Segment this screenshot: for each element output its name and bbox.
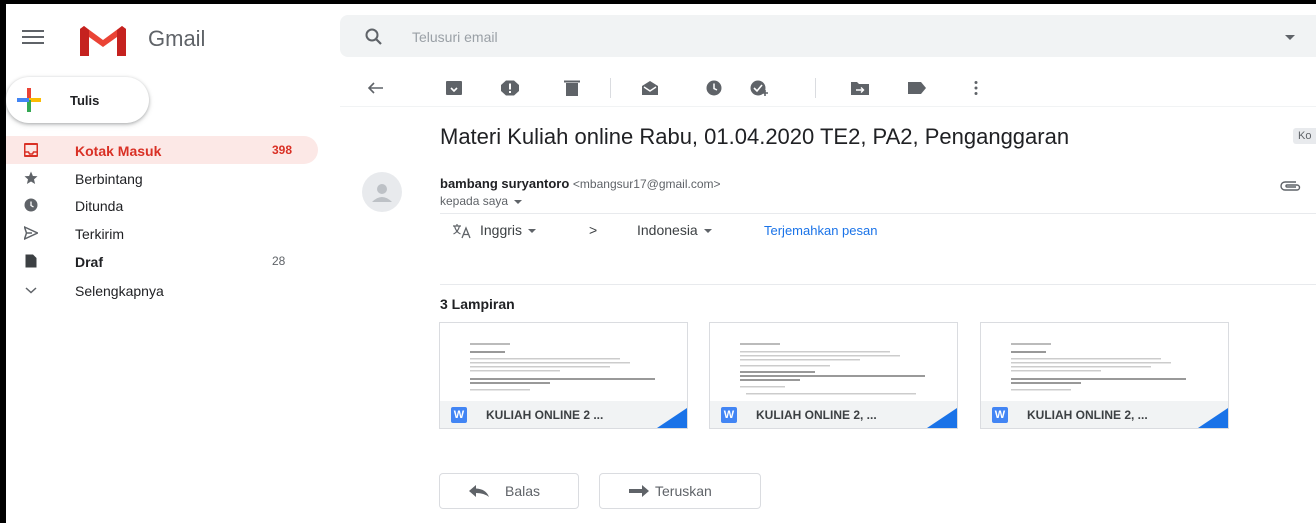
body-divider [440,284,1316,285]
compose-button[interactable]: Tulis [6,77,149,123]
chevron-down-icon [25,287,37,294]
reply-icon [469,485,489,497]
delete-icon[interactable] [562,80,582,96]
attachment-name: KULIAH ONLINE 2, ... [756,408,877,422]
send-icon [24,226,38,240]
forward-icon [629,485,649,497]
gmail-logo-icon[interactable] [78,24,128,58]
translate-arrow: > [589,222,598,238]
attachment-name: KULIAH ONLINE 2, ... [1027,408,1148,422]
compose-plus-icon [17,88,41,112]
sidebar-item-starred[interactable]: Berbintang [6,164,318,192]
sidebar-item-label: Terkirim [75,226,124,242]
attachment-footer: W KULIAH ONLINE 2, ... [710,401,957,428]
move-to-icon[interactable] [850,80,870,96]
compose-label: Tulis [70,93,100,108]
draft-icon [25,254,37,268]
attachment-footer: W KULIAH ONLINE 2, ... [981,401,1228,428]
label-icon[interactable] [907,80,927,96]
person-icon [372,184,392,202]
search-input[interactable] [410,25,1114,49]
report-spam-icon[interactable] [500,80,520,96]
inbox-icon [24,143,38,157]
sidebar-item-inbox[interactable]: Kotak Masuk 398 [6,136,318,164]
search-icon[interactable] [365,28,383,46]
toolbar-divider [815,78,816,98]
search-bar[interactable] [340,15,1316,57]
reply-button[interactable]: Balas [439,473,579,509]
target-language-select[interactable]: Indonesia [637,222,712,238]
document-preview-thumbnail [470,343,655,391]
attachments-title: 3 Lampiran [440,296,515,312]
reply-label: Balas [505,483,541,499]
mark-unread-icon[interactable] [640,80,660,96]
recipient-label: kepada saya [440,194,509,208]
sidebar-item-drafts[interactable]: Draf 28 [6,247,318,275]
sidebar-item-more[interactable]: Selengkapnya [6,276,318,304]
sidebar-item-label: Berbintang [75,171,143,187]
archive-icon[interactable] [444,80,464,96]
snooze-icon[interactable] [704,80,724,96]
translate-message-link[interactable]: Terjemahkan pesan [764,223,877,238]
attachment-corner-fold [1198,408,1228,428]
source-language-label: Inggris [480,222,523,238]
header-divider [440,213,1316,214]
word-document-icon: W [721,407,737,423]
sidebar-item-label: Draf [75,254,104,270]
chevron-down-icon [514,199,523,204]
sender-email: <mbangsur17@gmail.com> [572,177,721,191]
target-language-label: Indonesia [637,222,698,238]
sidebar-item-label: Ditunda [75,198,124,214]
document-preview-thumbnail [1011,343,1186,391]
attachment-card[interactable]: W KULIAH ONLINE 2, ... [709,322,958,429]
message-subject: Materi Kuliah online Rabu, 01.04.2020 TE… [440,124,1070,149]
sidebar-item-snoozed[interactable]: Ditunda [6,191,318,219]
back-arrow-icon[interactable] [366,80,386,96]
sidebar-item-sent[interactable]: Terkirim [6,219,318,247]
sender-name[interactable]: bambang suryantoro [440,176,569,191]
app-brand-name: Gmail [148,26,206,51]
inbox-count-badge: 398 [272,143,293,157]
toolbar-divider [610,78,611,98]
main-menu-icon[interactable] [22,27,46,47]
translate-icon [453,224,471,239]
forward-button[interactable]: Teruskan [599,473,761,509]
star-icon [24,171,38,184]
toolbar-bottom-divider [340,106,1316,107]
attachment-corner-fold [927,408,957,428]
sender-line: bambang suryantoro <mbangsur17@gmail.com… [440,176,721,191]
chevron-down-icon [703,229,712,234]
attachment-corner-fold [657,408,687,428]
add-to-tasks-icon[interactable] [750,80,770,96]
attachment-footer: W KULIAH ONLINE 2 ... [440,401,687,428]
word-document-icon: W [992,407,1008,423]
attachment-icon [1280,181,1301,191]
word-document-icon: W [451,407,467,423]
clock-icon [24,198,38,212]
sender-avatar [362,172,402,212]
drafts-count-badge: 28 [272,254,286,268]
sidebar-item-label: Selengkapnya [75,283,164,299]
attachment-name: KULIAH ONLINE 2 ... [486,408,604,422]
attachment-card[interactable]: W KULIAH ONLINE 2, ... [980,322,1229,429]
recipient-details-toggle[interactable]: kepada saya [440,194,523,208]
more-vert-icon[interactable] [966,80,986,96]
attachment-card[interactable]: W KULIAH ONLINE 2 ... [439,322,688,429]
label-chip[interactable]: Ko [1293,128,1316,144]
document-preview-thumbnail [740,343,925,395]
forward-label: Teruskan [655,483,712,499]
search-options-caret-icon[interactable] [1285,35,1295,40]
sidebar-item-label: Kotak Masuk [75,143,162,159]
source-language-select[interactable]: Inggris [480,222,537,238]
chevron-down-icon [528,229,537,234]
window-frame-top [0,0,1316,4]
